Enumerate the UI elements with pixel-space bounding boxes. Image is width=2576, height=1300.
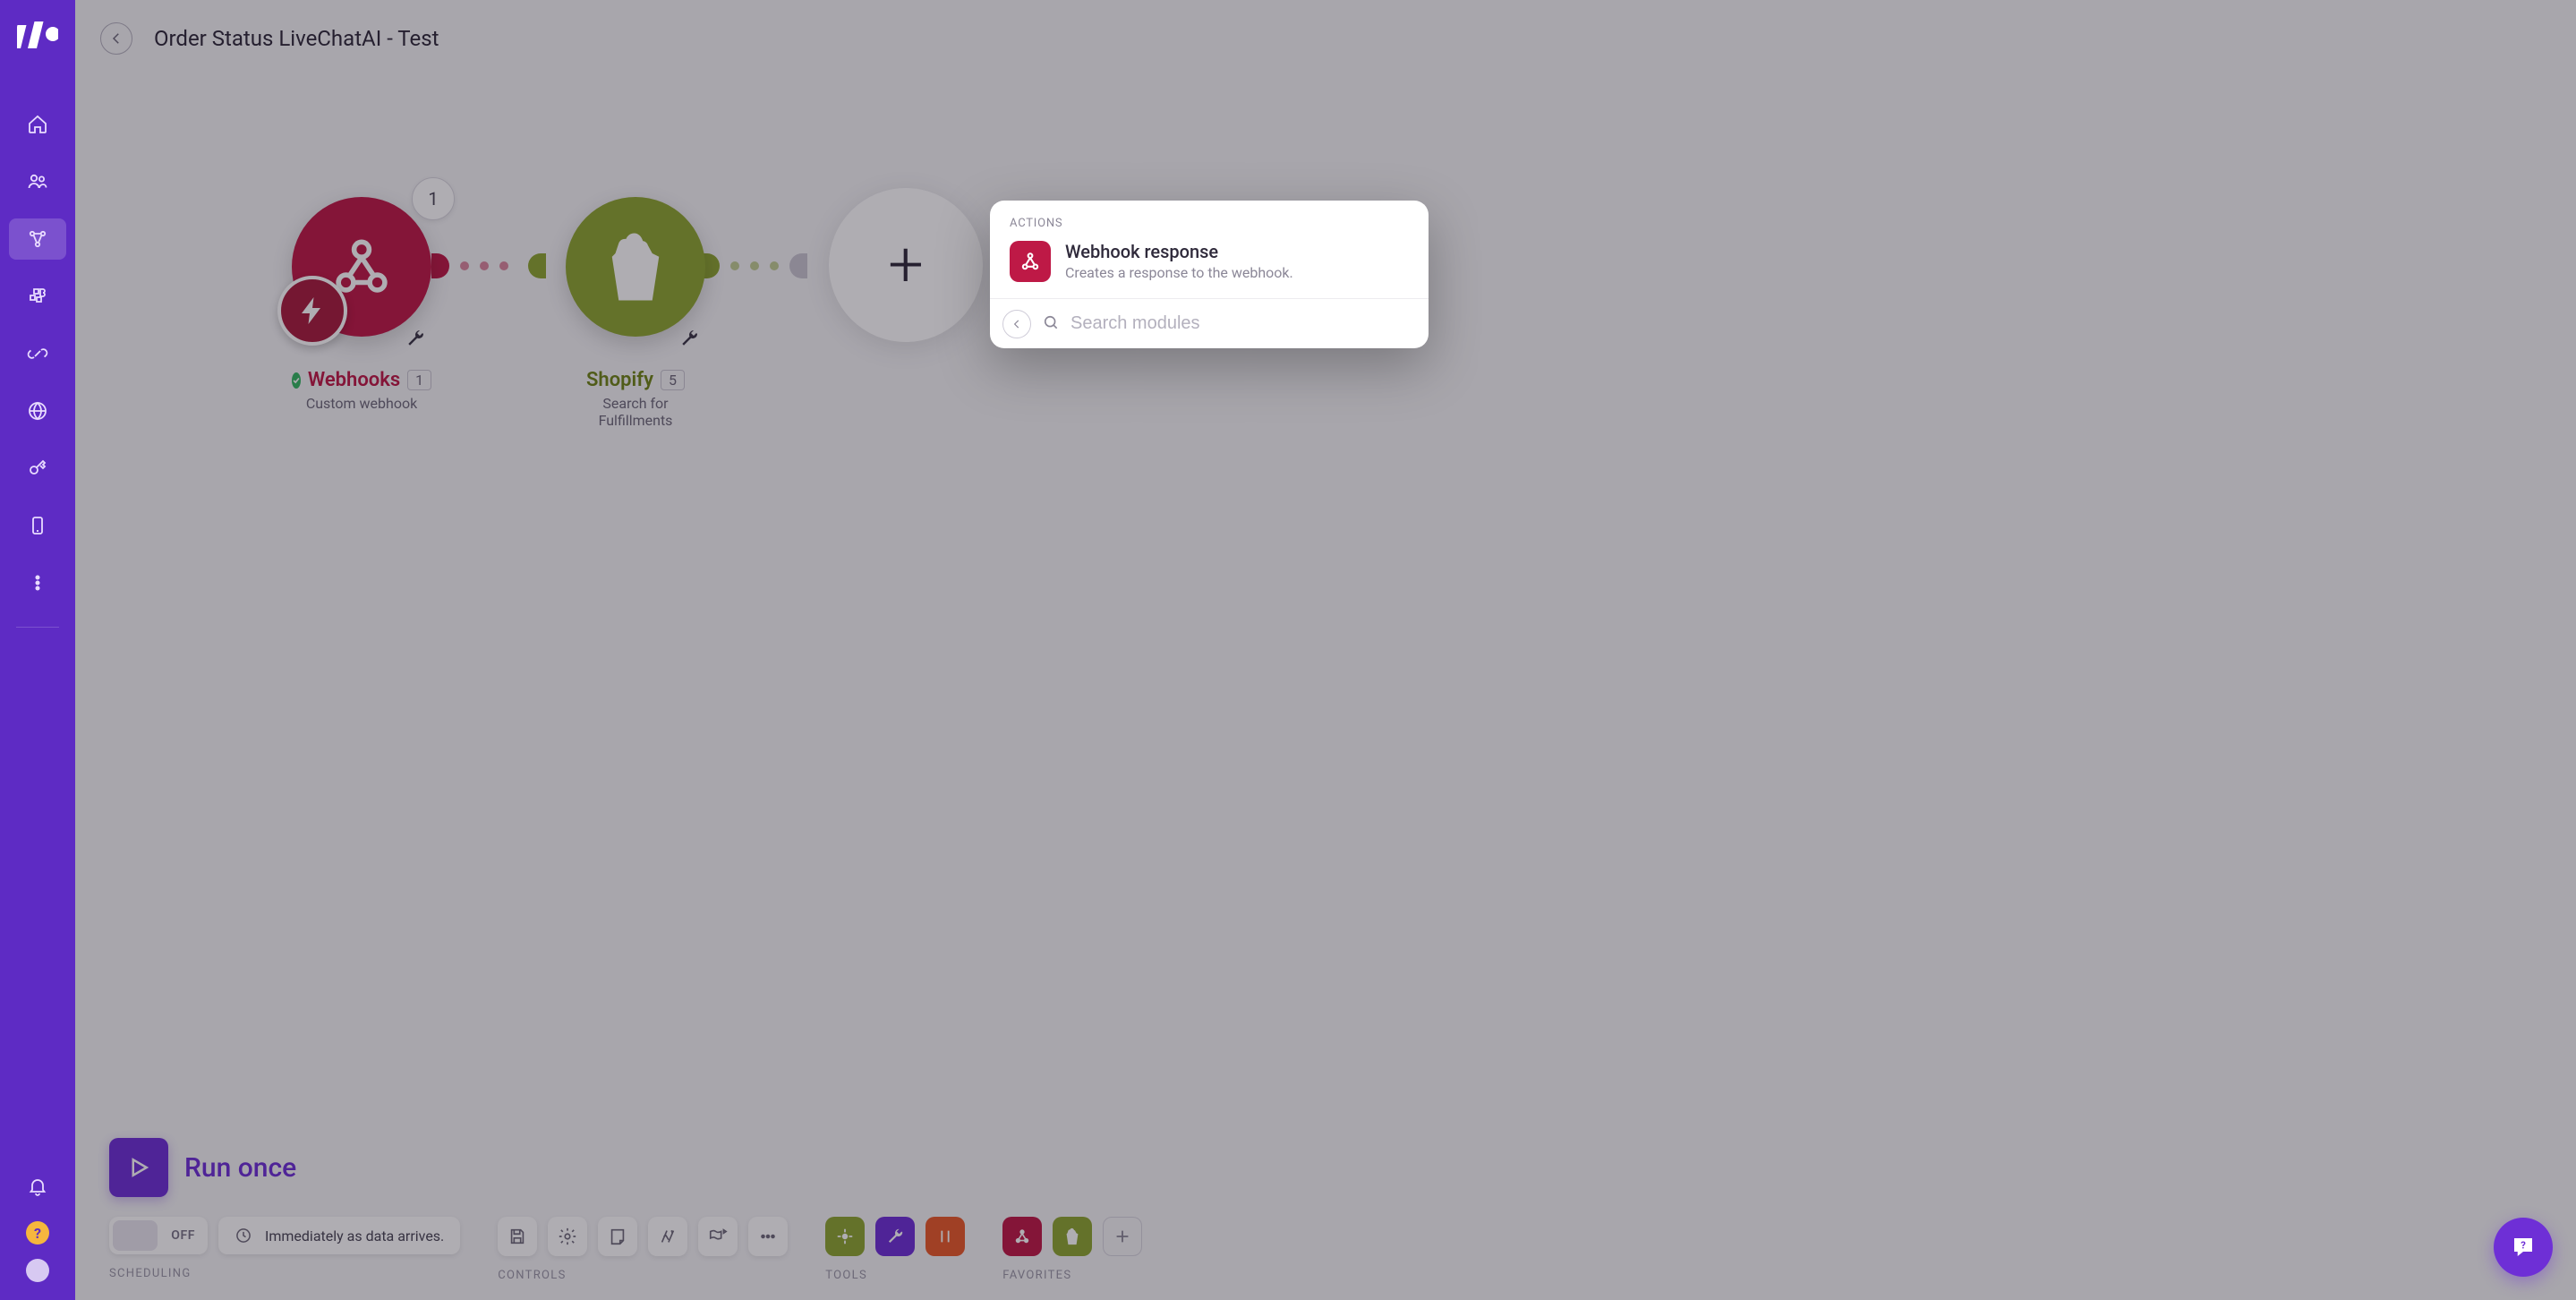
nav-devices[interactable] (9, 505, 66, 546)
nav-connections[interactable] (9, 333, 66, 374)
nav-webhooks[interactable] (9, 390, 66, 432)
sidebar-divider (16, 627, 59, 628)
nav-scenarios[interactable] (9, 218, 66, 260)
popover-item-webhook-response[interactable]: Webhook response Creates a response to t… (990, 237, 1429, 298)
nav-templates[interactable] (9, 276, 66, 317)
search-icon (1042, 313, 1060, 335)
webhook-icon (1010, 241, 1051, 282)
app-root: ? Order Status LiveChatAI - Test (0, 0, 2576, 1300)
popover-section-label: ACTIONS (990, 201, 1429, 237)
main-area: Order Status LiveChatAI - Test (75, 0, 2576, 1300)
popover-item-title: Webhook response (1065, 241, 1293, 262)
nav-team[interactable] (9, 161, 66, 202)
sidebar: ? (0, 0, 75, 1300)
nav-avatar[interactable] (26, 1259, 49, 1282)
module-search-input[interactable] (1070, 306, 1416, 341)
popover-search-row (990, 298, 1429, 348)
module-picker-popover: ACTIONS Webhook response Creates a respo… (990, 201, 1429, 348)
svg-text:?: ? (2521, 1239, 2526, 1251)
nav-keys[interactable] (9, 448, 66, 489)
make-logo[interactable] (17, 20, 58, 50)
nav-notifications[interactable] (9, 1166, 66, 1207)
nav-more[interactable] (9, 562, 66, 603)
nav-help[interactable]: ? (26, 1221, 49, 1244)
help-glyph: ? (34, 1225, 41, 1242)
sidebar-bottom: ? (0, 1166, 75, 1300)
sidebar-nav (0, 104, 75, 603)
help-fab[interactable]: ? (2494, 1218, 2553, 1277)
popover-back-button[interactable] (1002, 310, 1031, 338)
popover-item-desc: Creates a response to the webhook. (1065, 264, 1293, 281)
nav-home[interactable] (9, 104, 66, 145)
dim-overlay[interactable] (75, 0, 2576, 1300)
